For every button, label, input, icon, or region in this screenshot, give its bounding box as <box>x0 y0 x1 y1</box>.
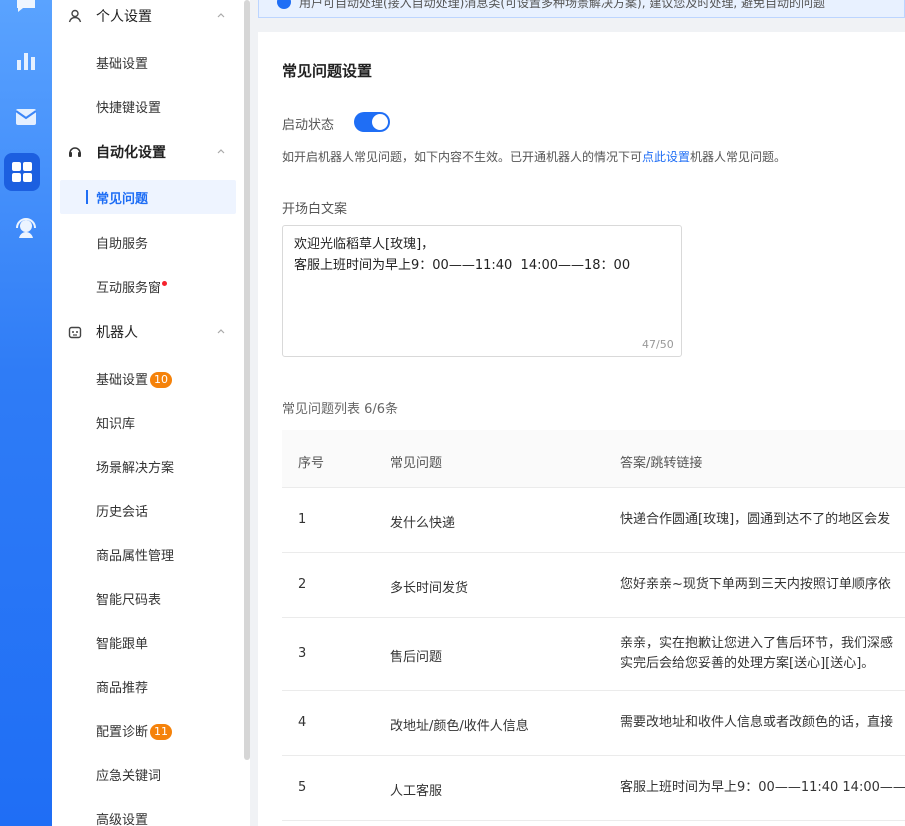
sidebar-item-label: 场景解决方案 <box>96 460 175 476</box>
settings-link[interactable]: 点此设置 <box>642 150 690 164</box>
opening-text-input[interactable]: 欢迎光临稻草人[玫瑰]， 客服上班时间为早上9：00——11:40 14:00—… <box>282 225 682 357</box>
chevron-up-icon <box>217 329 225 334</box>
sidebar-item-label: 基础设置 <box>96 56 149 72</box>
row-question: 改地址/颜色/收件人信息 <box>390 719 529 734</box>
bar-chart-icon[interactable] <box>0 48 52 74</box>
hint-text: 如开启机器人常见问题，如下内容不生效。已开通机器人的情况下可点此设置机器人常见问… <box>282 150 787 164</box>
sidebar-group-automation[interactable]: 自动化设置 <box>52 134 242 170</box>
sidebar-item-interactive-window[interactable]: 互动服务窗 <box>60 269 236 303</box>
row-index: 1 <box>298 512 307 527</box>
toggle-knob <box>372 114 388 130</box>
sidebar-item-label: 配置诊断 11 <box>96 721 173 740</box>
sidebar-item-scenario-solutions[interactable]: 场景解决方案 <box>60 449 236 483</box>
sidebar-item-label: 历史会话 <box>96 504 149 520</box>
sidebar-item-label: 知识库 <box>96 416 136 432</box>
column-header-answer: 答案/跳转链接 <box>620 456 703 471</box>
sidebar-item-product-attributes[interactable]: 商品属性管理 <box>60 537 236 571</box>
support-agent-icon[interactable] <box>0 214 52 242</box>
sidebar-item-label: 基础设置 10 <box>96 369 173 388</box>
count-badge: 10 <box>150 371 173 388</box>
headset-icon <box>68 145 82 159</box>
sidebar-item-label: 智能尺码表 <box>96 592 162 608</box>
sidebar-item-shortcut-settings[interactable]: 快捷键设置 <box>60 89 236 123</box>
sidebar-scrollbar[interactable] <box>244 0 250 760</box>
chat-icon[interactable] <box>0 0 52 16</box>
sidebar-item-label: 快捷键设置 <box>96 100 162 116</box>
sidebar-item-label: 常见问题 <box>96 191 149 207</box>
table-row[interactable]: 3 售后问题 亲亲，实在抱歉让您进入了售后环节，我们深感 实完后会给您妥善的处理… <box>282 618 905 691</box>
sidebar-item-history[interactable]: 历史会话 <box>60 493 236 527</box>
sidebar-item-emergency-keywords[interactable]: 应急关键词 <box>60 757 236 791</box>
sidebar-item-label: 商品属性管理 <box>96 548 175 564</box>
sidebar-item-label: 应急关键词 <box>96 768 162 784</box>
row-index: 5 <box>298 780 307 795</box>
row-question: 售后问题 <box>390 650 443 665</box>
table-row[interactable]: 2 多长时间发货 您好亲亲~现货下单两到三天内按照订单顺序依 <box>282 553 905 618</box>
column-header-index: 序号 <box>298 456 325 471</box>
row-question: 多长时间发货 <box>390 581 469 596</box>
sidebar-item-self-service[interactable]: 自助服务 <box>60 225 236 259</box>
mail-icon[interactable] <box>0 104 52 130</box>
sidebar-group-label: 机器人 <box>96 325 138 341</box>
sidebar-item-label: 自助服务 <box>96 236 149 252</box>
row-question: 发什么快递 <box>390 516 456 531</box>
notice-text: 用户可自动处理(接入自动处理)消息类(可设置多种场景解决方案), 建议您及时处理… <box>299 0 825 10</box>
row-answer: 亲亲，实在抱歉让您进入了售后环节，我们深感 实完后会给您妥善的处理方案[送心][… <box>620 636 894 671</box>
status-label: 启动状态 <box>282 118 335 133</box>
faq-settings-panel: 常见问题设置 启动状态 如开启机器人常见问题，如下内容不生效。已开通机器人的情况… <box>258 32 905 826</box>
sidebar-item-label: 商品推荐 <box>96 680 149 696</box>
row-answer: 客服上班时间为早上9：00——11:40 14:00—— <box>620 780 905 795</box>
table-row[interactable]: 4 改地址/颜色/收件人信息 需要改地址和收件人信息或者改颜色的话，直接 <box>282 691 905 756</box>
faq-list-label: 常见问题列表 6/6条 <box>282 402 399 417</box>
opening-label: 开场白文案 <box>282 202 348 217</box>
user-icon <box>68 9 82 23</box>
row-question: 人工客服 <box>390 784 443 799</box>
sidebar-group-robot[interactable]: 机器人 <box>52 314 242 350</box>
sidebar-item-order-follow[interactable]: 智能跟单 <box>60 625 236 659</box>
chevron-up-icon <box>217 149 225 154</box>
row-answer: 快递合作圆通[玫瑰]，圆通到达不了的地区会发 <box>620 512 891 527</box>
sidebar-item-diagnostics[interactable]: 配置诊断 11 <box>60 713 236 747</box>
row-index: 3 <box>298 646 307 661</box>
sidebar-item-knowledge-base[interactable]: 知识库 <box>60 405 236 439</box>
sidebar-item-size-chart[interactable]: 智能尺码表 <box>60 581 236 615</box>
sidebar-group-label: 自动化设置 <box>96 145 166 161</box>
status-toggle[interactable] <box>354 112 390 132</box>
sidebar-item-basic-settings[interactable]: 基础设置 <box>60 45 236 79</box>
robot-icon <box>68 325 82 339</box>
sidebar-group-label: 个人设置 <box>96 9 152 25</box>
sidebar-item-advanced[interactable]: 高级设置 <box>60 801 236 826</box>
table-row[interactable]: 1 发什么快递 快递合作圆通[玫瑰]，圆通到达不了的地区会发 <box>282 488 905 553</box>
sidebar-item-label: 互动服务窗 <box>96 277 168 296</box>
row-answer: 需要改地址和收件人信息或者改颜色的话，直接 <box>620 715 894 730</box>
info-icon <box>277 0 291 9</box>
sidebar-group-personal[interactable]: 个人设置 <box>52 0 242 34</box>
app-rail <box>0 0 52 826</box>
sidebar-item-product-recommend[interactable]: 商品推荐 <box>60 669 236 703</box>
notice-bar: 用户可自动处理(接入自动处理)消息类(可设置多种场景解决方案), 建议您及时处理… <box>258 0 905 18</box>
row-index: 2 <box>298 577 307 592</box>
sidebar-item-label: 高级设置 <box>96 812 149 826</box>
count-badge: 11 <box>150 723 173 740</box>
page-title: 常见问题设置 <box>282 62 373 80</box>
new-dot <box>162 280 168 286</box>
active-indicator <box>86 190 88 204</box>
table-header: 序号 常见问题 答案/跳转链接 <box>282 430 905 488</box>
row-index: 4 <box>298 715 307 730</box>
row-answer: 您好亲亲~现货下单两到三天内按照订单顺序依 <box>620 577 891 592</box>
table-row[interactable]: 5 人工客服 客服上班时间为早上9：00——11:40 14:00—— <box>282 756 905 821</box>
chevron-up-icon <box>217 13 225 18</box>
column-header-question: 常见问题 <box>390 456 443 471</box>
sidebar-item-faq[interactable]: 常见问题 <box>60 180 236 214</box>
sidebar-item-robot-basic[interactable]: 基础设置 10 <box>60 361 236 395</box>
char-counter: 47/50 <box>642 338 674 351</box>
apps-grid-icon[interactable] <box>4 153 40 191</box>
sidebar-item-label: 智能跟单 <box>96 636 149 652</box>
